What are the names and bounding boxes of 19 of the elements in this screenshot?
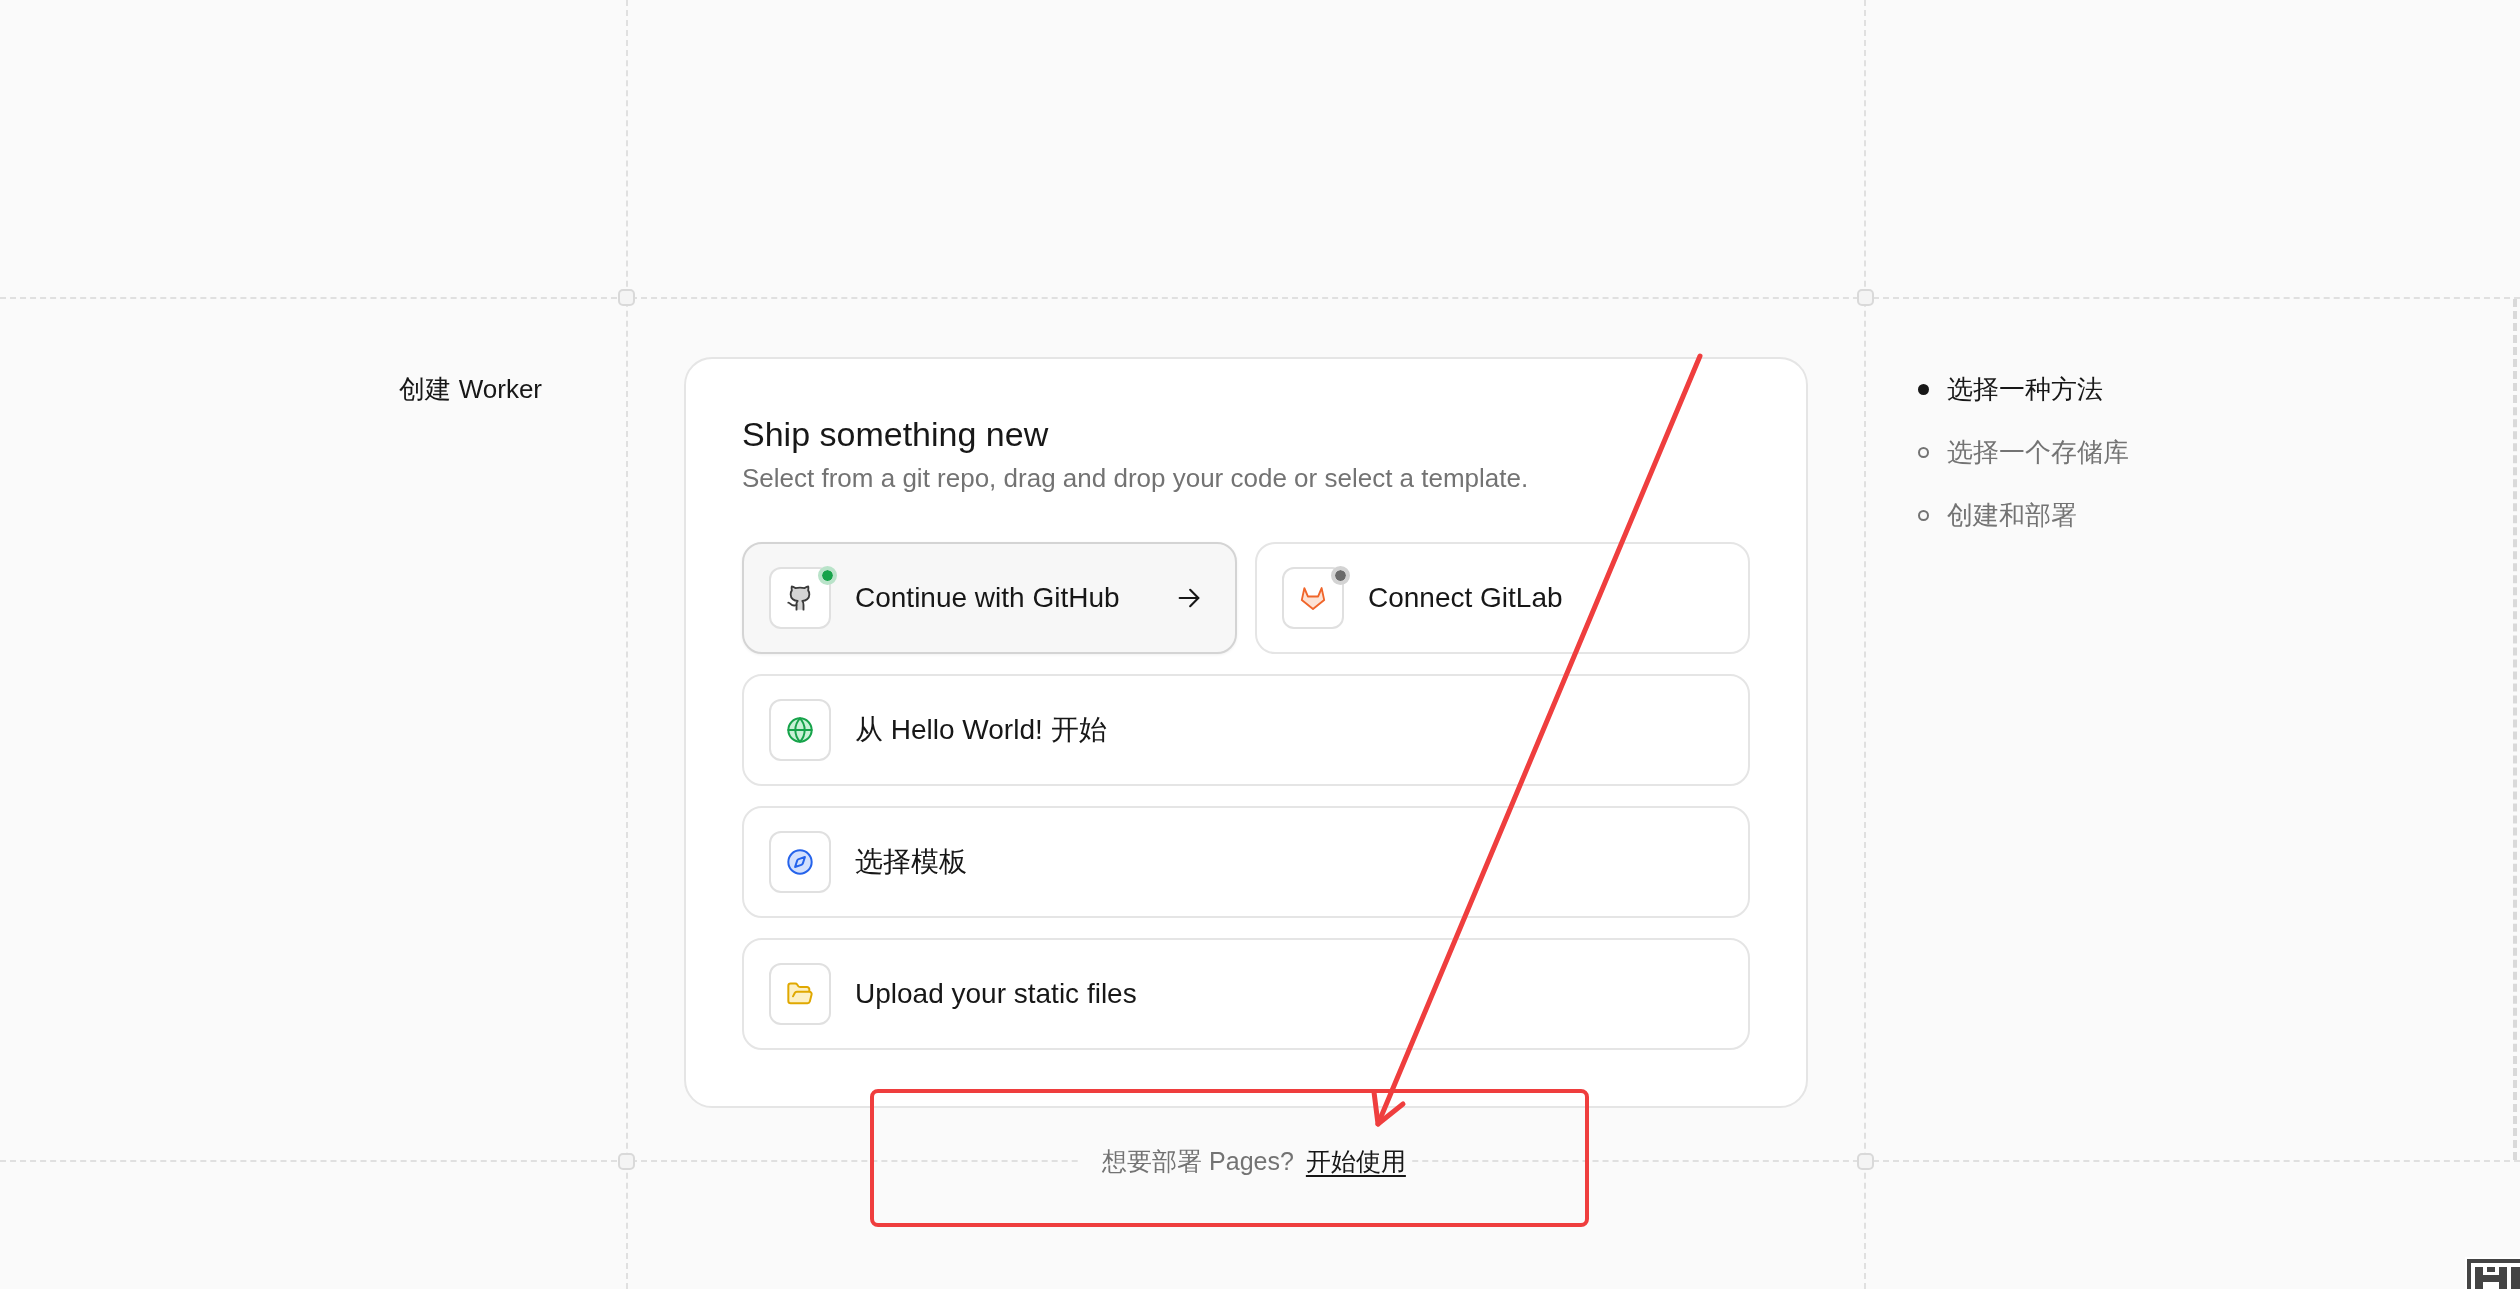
folder-icon	[769, 963, 831, 1025]
fox-icon	[1282, 567, 1344, 629]
option-button[interactable]: Connect GitLab	[1255, 542, 1750, 654]
card-title: Ship something new	[742, 414, 1050, 455]
globe-icon	[769, 699, 831, 761]
card-subtitle: Select from a git repo, drag and drop your code or select a template.	[742, 462, 1530, 495]
get-started-link[interactable]: 开始使用	[1305, 1147, 1406, 1175]
compass-icon	[769, 831, 831, 893]
option-button[interactable]: 从 Hello World! 开始	[742, 674, 1750, 786]
page-heading: 创建 Worker	[399, 373, 542, 406]
cat-icon	[769, 567, 831, 629]
step-label: 选择一种方法	[1947, 373, 2103, 406]
option-button[interactable]: Continue with GitHub	[742, 542, 1237, 654]
step-label: 创建和部署	[1947, 499, 2077, 532]
block-pattern-icon	[2465, 1257, 2520, 1289]
option-button[interactable]: Upload your static files	[742, 938, 1750, 1050]
option-button[interactable]: 选择模板	[742, 806, 1750, 918]
footer-text: 想要部署 Pages? 开始使用	[1102, 1146, 1406, 1177]
step-label: 选择一个存储库	[1947, 436, 2129, 469]
